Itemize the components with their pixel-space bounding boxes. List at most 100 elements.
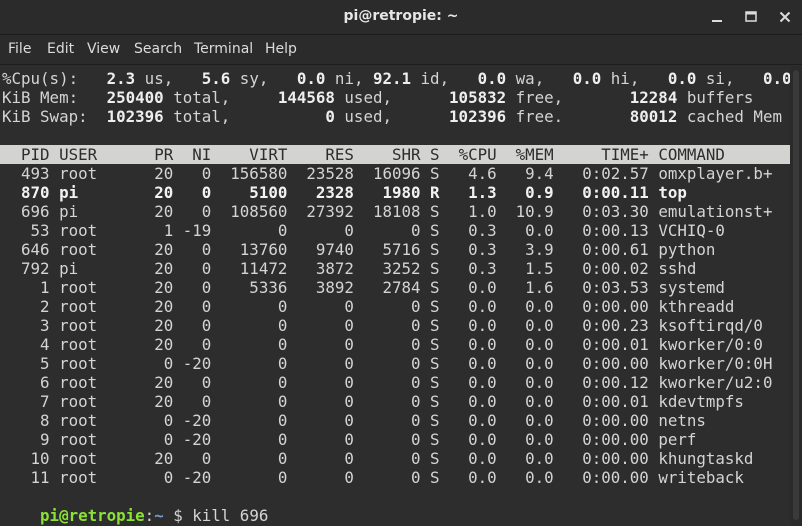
summary-unit: total, — [163, 88, 231, 107]
table-cell: 0:00.12 — [553, 373, 649, 392]
table-cell: 0 — [173, 259, 212, 278]
table-cell: 0.0 — [496, 354, 554, 373]
process-table-header: PID USER PR NI VIRT RES SHR S %CPU %MEM … — [2, 145, 772, 164]
menu-search[interactable]: Search — [134, 41, 182, 57]
table-cell: 0.0 — [439, 335, 497, 354]
table-cell: 0:00.11 — [553, 183, 649, 202]
title-bar[interactable]: pi@retropie: ~ — [0, 0, 802, 35]
table-cell: S — [420, 373, 440, 392]
table-cell: 0 — [211, 297, 288, 316]
summary-value: 105832 — [391, 88, 507, 107]
table-cell: -20 — [173, 468, 212, 487]
table-cell: 870 — [2, 183, 50, 202]
summary-value: 144568 — [230, 88, 335, 107]
table-cell: S — [420, 411, 440, 430]
menu-file[interactable]: File — [8, 41, 31, 57]
table-cell: 9740 — [287, 240, 354, 259]
table-cell: 20 — [135, 278, 174, 297]
cpu-summary-line: %Cpu(s): 2.3 us, 5.6 sy, 0.0 ni, 92.1 id… — [2, 69, 790, 88]
table-cell: 20 — [135, 259, 174, 278]
minimize-icon — [712, 20, 722, 22]
table-row: 696 pi 20 0 108560 27392 18108 S 1.0 10.… — [2, 202, 772, 221]
table-cell: S — [420, 164, 440, 183]
table-cell: 0 — [173, 183, 212, 202]
summary-unit: us, — [135, 69, 174, 88]
table-cell: -20 — [173, 411, 212, 430]
column-header-mem: %MEM — [496, 145, 554, 164]
terminal-scrollbar[interactable] — [790, 66, 802, 526]
table-cell: 4 — [2, 335, 50, 354]
table-cell: 20 — [135, 449, 174, 468]
table-cell: S — [420, 316, 440, 335]
table-cell: 20 — [135, 297, 174, 316]
table-cell: 0 — [173, 278, 212, 297]
menu-terminal[interactable]: Terminal — [194, 41, 253, 57]
table-cell: root — [49, 164, 136, 183]
table-cell: 20 — [135, 240, 174, 259]
summary-unit: id, — [411, 69, 450, 88]
table-cell: 0 — [287, 411, 354, 430]
table-cell: 0.0 — [496, 392, 554, 411]
table-cell: kworker/u2:0 — [648, 373, 773, 392]
table-cell: 0.3 — [439, 240, 497, 259]
table-cell: 0 — [173, 373, 212, 392]
table-cell: 0.0 — [496, 335, 554, 354]
table-cell: 0.0 — [439, 449, 497, 468]
table-cell: root — [49, 240, 136, 259]
table-cell: 0:00.13 — [553, 221, 649, 240]
mem-summary-line: KiB Mem: 250400 total, 144568 used, 1058… — [2, 88, 753, 107]
table-cell: 0 — [211, 373, 288, 392]
table-cell: 0 — [353, 221, 421, 240]
table-cell: S — [420, 468, 440, 487]
table-cell: kworker/0:0 — [648, 335, 773, 354]
column-header-cpu: %CPU — [439, 145, 497, 164]
table-cell: 6 — [2, 373, 50, 392]
table-cell: pi — [49, 259, 136, 278]
table-cell: perf — [648, 430, 773, 449]
table-cell: root — [49, 335, 136, 354]
table-row: 4 root 20 0 0 0 0 S 0.0 0.0 0:00.01 kwor… — [2, 335, 772, 354]
table-cell: -20 — [173, 354, 212, 373]
table-row: 6 root 20 0 0 0 0 S 0.0 0.0 0:00.12 kwor… — [2, 373, 772, 392]
summary-unit: wa, — [506, 69, 545, 88]
table-cell: kworker/0:0H — [648, 354, 773, 373]
table-cell: 0:00.00 — [553, 430, 649, 449]
table-cell: emulationst+ — [648, 202, 773, 221]
summary-value: 0.0 — [639, 69, 697, 88]
table-cell: root — [49, 411, 136, 430]
table-cell: 0.0 — [496, 411, 554, 430]
current-prompt-line[interactable]: pi@retropie:~ $ — [2, 506, 194, 526]
terminal-area[interactable]: %Cpu(s): 2.3 us, 5.6 sy, 0.0 ni, 92.1 id… — [0, 66, 790, 526]
menu-view[interactable]: View — [87, 41, 120, 57]
close-button[interactable] — [774, 6, 796, 28]
table-cell: 0.0 — [496, 316, 554, 335]
table-cell: 792 — [2, 259, 50, 278]
table-cell: 0:00.02 — [553, 259, 649, 278]
summary-unit: sy, — [230, 69, 269, 88]
summary-value: 0 — [230, 107, 335, 126]
summary-unit: hi, — [601, 69, 640, 88]
table-cell: 0:00.00 — [553, 411, 649, 430]
scrollbar-thumb[interactable] — [793, 70, 799, 520]
menu-edit[interactable]: Edit — [47, 41, 74, 57]
column-header-time: TIME+ — [553, 145, 649, 164]
table-cell: 0 — [287, 335, 354, 354]
summary-unit: ni, — [325, 69, 364, 88]
summary-value: 12284 — [563, 88, 678, 107]
table-cell: VCHIQ-0 — [648, 221, 773, 240]
table-cell: 0 — [173, 202, 212, 221]
table-cell: 20 — [135, 164, 174, 183]
minimize-button[interactable] — [706, 6, 728, 28]
table-cell: sshd — [648, 259, 773, 278]
summary-value: 0.0 — [734, 69, 790, 88]
table-cell: 0 — [173, 297, 212, 316]
table-row: 3 root 20 0 0 0 0 S 0.0 0.0 0:00.23 ksof… — [2, 316, 772, 335]
table-cell: root — [49, 430, 136, 449]
table-cell: 0.0 — [439, 354, 497, 373]
menu-help[interactable]: Help — [265, 41, 297, 57]
summary-unit: si, — [696, 69, 735, 88]
maximize-button[interactable] — [740, 6, 762, 28]
table-cell: 493 — [2, 164, 50, 183]
table-cell: root — [49, 449, 136, 468]
table-cell: 5336 — [211, 278, 288, 297]
